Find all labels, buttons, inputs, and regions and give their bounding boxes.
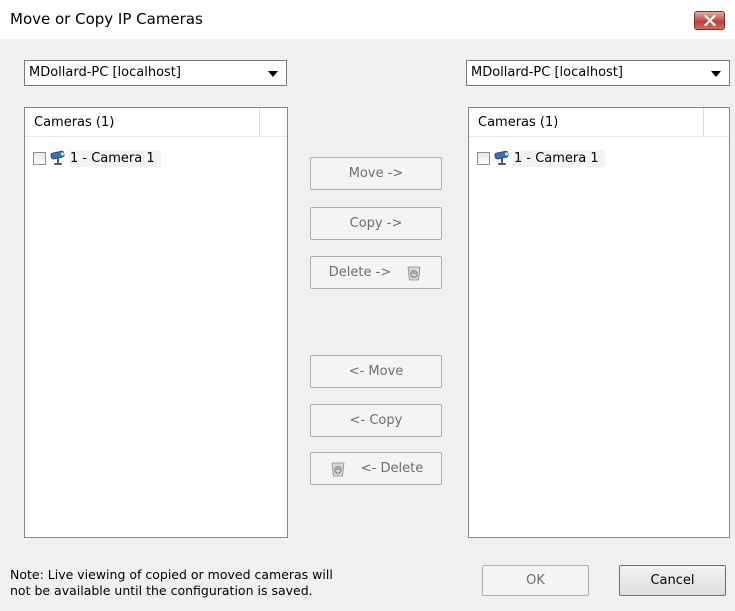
move-right-label: Move -> — [348, 166, 404, 181]
left-column-header-label: Cameras (1) — [34, 115, 115, 130]
right-list-header: Cameras (1) — [469, 108, 729, 137]
ok-button[interactable]: OK — [482, 565, 589, 596]
camera-icon — [494, 150, 509, 165]
copy-left-label: <- Copy — [349, 413, 403, 428]
save-note: Note: Live viewing of copied or moved ca… — [10, 567, 333, 599]
right-server-dropdown[interactable]: MDollard-PC [localhost] — [466, 60, 730, 86]
copy-right-label: Copy -> — [349, 216, 403, 231]
camera-icon — [50, 150, 65, 165]
delete-right-button[interactable]: Delete -> — [310, 256, 442, 289]
left-column-header[interactable]: Cameras (1) — [25, 108, 260, 136]
close-button[interactable] — [694, 11, 725, 30]
chevron-down-icon — [711, 71, 721, 77]
close-icon — [703, 15, 716, 26]
right-column-header[interactable]: Cameras (1) — [469, 108, 704, 136]
list-item[interactable]: 1 - Camera 1 — [477, 147, 605, 169]
cancel-button[interactable]: Cancel — [619, 565, 726, 596]
move-left-button[interactable]: <- Move — [310, 355, 442, 388]
right-server-value: MDollard-PC [localhost] — [471, 65, 623, 80]
delete-right-label: Delete -> — [328, 265, 392, 280]
camera-label: 1 - Camera 1 — [513, 149, 605, 167]
window-title: Move or Copy IP Cameras — [10, 10, 203, 28]
left-server-dropdown[interactable]: MDollard-PC [localhost] — [24, 60, 287, 86]
camera-checkbox[interactable] — [477, 151, 490, 165]
left-list-header: Cameras (1) — [25, 108, 287, 137]
delete-left-button[interactable]: <- Delete — [310, 452, 442, 485]
move-copy-dialog: Move or Copy IP Cameras MDollard-PC [loc… — [0, 0, 735, 611]
right-column-header-label: Cameras (1) — [478, 115, 559, 130]
camera-label: 1 - Camera 1 — [69, 149, 161, 167]
move-left-label: <- Move — [348, 364, 404, 379]
right-camera-list[interactable]: Cameras (1) 1 - Camera 1 — [468, 107, 730, 538]
chevron-down-icon — [268, 71, 278, 77]
list-item[interactable]: 1 - Camera 1 — [33, 147, 161, 169]
left-server-value: MDollard-PC [localhost] — [29, 65, 181, 80]
trash-icon — [407, 266, 421, 280]
trash-icon — [331, 462, 345, 476]
copy-left-button[interactable]: <- Copy — [310, 404, 442, 437]
move-right-button[interactable]: Move -> — [310, 157, 442, 190]
cancel-label: Cancel — [650, 573, 695, 588]
camera-checkbox[interactable] — [33, 151, 46, 165]
title-bar: Move or Copy IP Cameras — [0, 0, 735, 39]
copy-right-button[interactable]: Copy -> — [310, 207, 442, 240]
note-line-1: Note: Live viewing of copied or moved ca… — [10, 567, 333, 582]
ok-label: OK — [526, 573, 545, 588]
note-line-2: not be available until the configuration… — [10, 583, 313, 598]
delete-left-label: <- Delete — [360, 461, 424, 476]
left-camera-list[interactable]: Cameras (1) 1 - Camera 1 — [24, 107, 288, 538]
